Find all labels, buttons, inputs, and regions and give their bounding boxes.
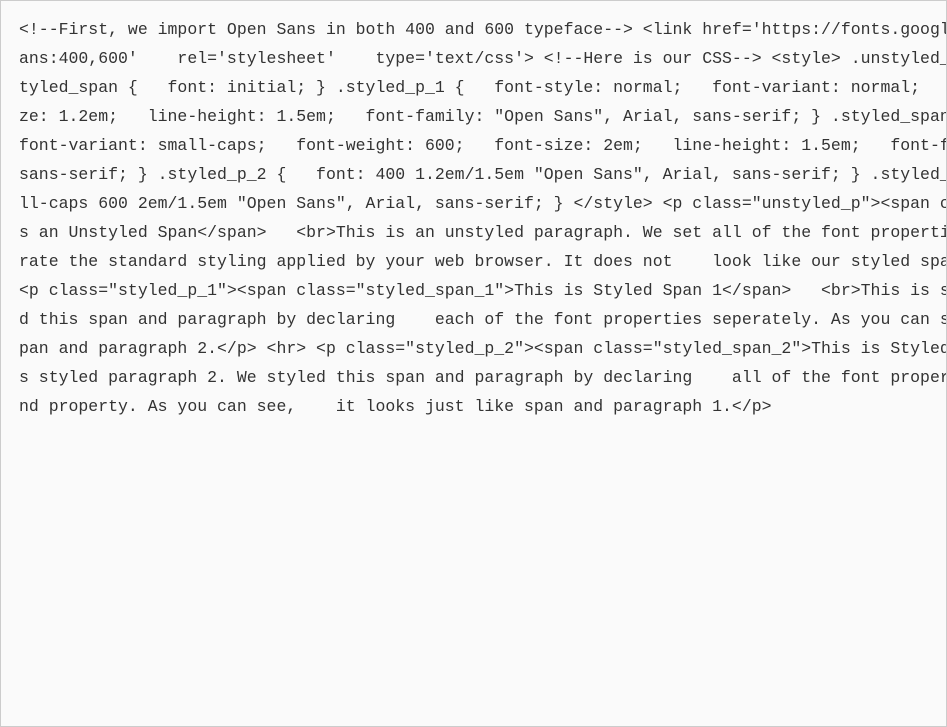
code-snippet-text: <!--First, we import Open Sans in both 4… [19, 15, 947, 421]
code-snippet-box[interactable]: <!--First, we import Open Sans in both 4… [0, 0, 947, 727]
